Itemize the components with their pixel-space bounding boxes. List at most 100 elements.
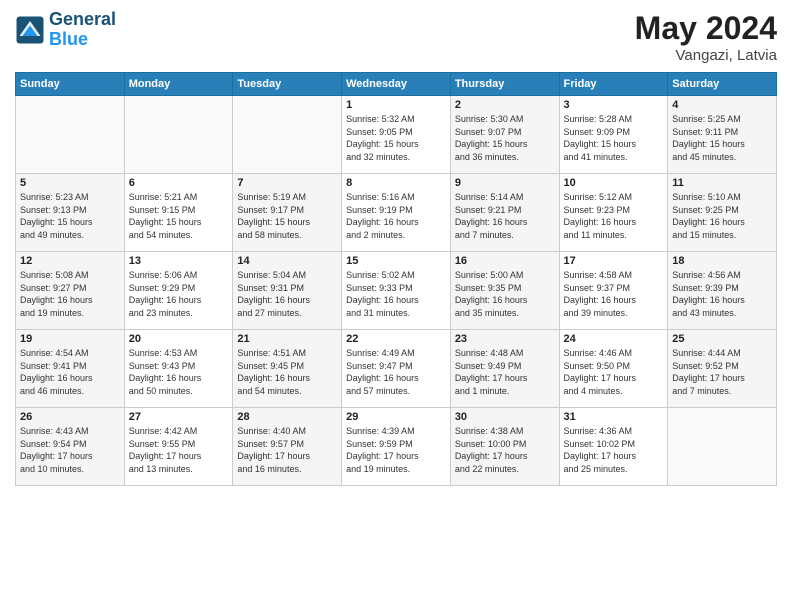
- week-row-1: 5 Sunrise: 5:23 AM Sunset: 9:13 PM Daylig…: [16, 174, 777, 252]
- day-number: 11: [672, 177, 772, 189]
- day-cell: 28Sunrise: 4:40 AM Sunset: 9:57 PM Dayli…: [233, 408, 342, 486]
- day-info: Sunrise: 4:36 AM Sunset: 10:02 PM Daylig…: [564, 425, 664, 475]
- day-number: 15: [346, 255, 446, 267]
- day-number: 18: [672, 255, 772, 267]
- day-number: 23: [455, 333, 555, 345]
- day-number: 2: [455, 99, 555, 111]
- logo-text: General Blue: [49, 10, 116, 50]
- day-cell: 30 Sunrise: 4:38 AM Sunset: 10:00 PM Dayl…: [450, 408, 559, 486]
- col-sunday: Sunday: [16, 73, 125, 96]
- day-cell: [233, 96, 342, 174]
- logo: General Blue: [15, 10, 116, 50]
- day-number: 26: [20, 411, 120, 423]
- day-cell: 24 Sunrise: 4:46 AM Sunset: 9:50 PM Dayli…: [559, 330, 668, 408]
- day-cell: 25 Sunrise: 4:44 AM Sunset: 9:52 PM Dayli…: [668, 330, 777, 408]
- day-info: Sunrise: 4:39 AM Sunset: 9:59 PM Dayligh…: [346, 425, 446, 475]
- day-info: Sunrise: 4:54 AM Sunset: 9:41 PM Dayligh…: [20, 347, 120, 397]
- location: Vangazi, Latvia: [635, 47, 777, 64]
- day-info: Sunrise: 4:53 AM Sunset: 9:43 PM Dayligh…: [129, 347, 229, 397]
- logo-icon: [15, 15, 45, 45]
- day-number: 27: [129, 411, 229, 423]
- day-cell: 17 Sunrise: 4:58 AM Sunset: 9:37 PM Dayli…: [559, 252, 668, 330]
- day-cell: 10Sunrise: 5:12 AM Sunset: 9:23 PM Dayli…: [559, 174, 668, 252]
- day-number: 30: [455, 411, 555, 423]
- day-info: Sunrise: 4:44 AM Sunset: 9:52 PM Dayligh…: [672, 347, 772, 397]
- day-cell: 6 Sunrise: 5:21 AM Sunset: 9:15 PM Daylig…: [124, 174, 233, 252]
- day-number: 24: [564, 333, 664, 345]
- day-cell: 14Sunrise: 5:04 AM Sunset: 9:31 PM Dayli…: [233, 252, 342, 330]
- day-number: 21: [237, 333, 337, 345]
- day-info: Sunrise: 4:42 AM Sunset: 9:55 PM Dayligh…: [129, 425, 229, 475]
- day-cell: 13 Sunrise: 5:06 AM Sunset: 9:29 PM Dayli…: [124, 252, 233, 330]
- day-number: 29: [346, 411, 446, 423]
- day-cell: 1 Sunrise: 5:32 AM Sunset: 9:05 PM Daylig…: [342, 96, 451, 174]
- day-info: Sunrise: 5:10 AM Sunset: 9:25 PM Dayligh…: [672, 191, 772, 241]
- day-cell: 18Sunrise: 4:56 AM Sunset: 9:39 PM Dayli…: [668, 252, 777, 330]
- day-number: 5: [20, 177, 120, 189]
- day-info: Sunrise: 5:19 AM Sunset: 9:17 PM Dayligh…: [237, 191, 337, 241]
- week-row-3: 19Sunrise: 4:54 AM Sunset: 9:41 PM Dayli…: [16, 330, 777, 408]
- day-info: Sunrise: 4:43 AM Sunset: 9:54 PM Dayligh…: [20, 425, 120, 475]
- col-saturday: Saturday: [668, 73, 777, 96]
- day-info: Sunrise: 5:02 AM Sunset: 9:33 PM Dayligh…: [346, 269, 446, 319]
- day-number: 7: [237, 177, 337, 189]
- day-info: Sunrise: 4:46 AM Sunset: 9:50 PM Dayligh…: [564, 347, 664, 397]
- day-info: Sunrise: 4:58 AM Sunset: 9:37 PM Dayligh…: [564, 269, 664, 319]
- day-number: 1: [346, 99, 446, 111]
- day-cell: 12Sunrise: 5:08 AM Sunset: 9:27 PM Dayli…: [16, 252, 125, 330]
- day-cell: 27 Sunrise: 4:42 AM Sunset: 9:55 PM Dayli…: [124, 408, 233, 486]
- day-cell: 7 Sunrise: 5:19 AM Sunset: 9:17 PM Daylig…: [233, 174, 342, 252]
- day-info: Sunrise: 5:32 AM Sunset: 9:05 PM Dayligh…: [346, 113, 446, 163]
- header: General Blue May 2024 Vangazi, Latvia: [15, 10, 777, 64]
- day-number: 31: [564, 411, 664, 423]
- day-cell: 16Sunrise: 5:00 AM Sunset: 9:35 PM Dayli…: [450, 252, 559, 330]
- day-cell: 29 Sunrise: 4:39 AM Sunset: 9:59 PM Dayli…: [342, 408, 451, 486]
- day-cell: 23 Sunrise: 4:48 AM Sunset: 9:49 PM Dayli…: [450, 330, 559, 408]
- day-cell: 21 Sunrise: 4:51 AM Sunset: 9:45 PM Dayli…: [233, 330, 342, 408]
- day-cell: 22Sunrise: 4:49 AM Sunset: 9:47 PM Dayli…: [342, 330, 451, 408]
- day-cell: 3 Sunrise: 5:28 AM Sunset: 9:09 PM Daylig…: [559, 96, 668, 174]
- day-info: Sunrise: 5:23 AM Sunset: 9:13 PM Dayligh…: [20, 191, 120, 241]
- day-number: 17: [564, 255, 664, 267]
- day-info: Sunrise: 5:06 AM Sunset: 9:29 PM Dayligh…: [129, 269, 229, 319]
- week-row-4: 26 Sunrise: 4:43 AM Sunset: 9:54 PM Dayli…: [16, 408, 777, 486]
- day-cell: 26 Sunrise: 4:43 AM Sunset: 9:54 PM Dayli…: [16, 408, 125, 486]
- day-cell: [124, 96, 233, 174]
- col-thursday: Thursday: [450, 73, 559, 96]
- day-number: 20: [129, 333, 229, 345]
- month-title: May 2024: [635, 10, 777, 47]
- page-container: General Blue May 2024 Vangazi, Latvia Su…: [0, 0, 792, 496]
- day-cell: 19Sunrise: 4:54 AM Sunset: 9:41 PM Dayli…: [16, 330, 125, 408]
- day-info: Sunrise: 4:51 AM Sunset: 9:45 PM Dayligh…: [237, 347, 337, 397]
- day-info: Sunrise: 4:48 AM Sunset: 9:49 PM Dayligh…: [455, 347, 555, 397]
- day-info: Sunrise: 5:04 AM Sunset: 9:31 PM Dayligh…: [237, 269, 337, 319]
- calendar-body: 1 Sunrise: 5:32 AM Sunset: 9:05 PM Daylig…: [16, 96, 777, 486]
- day-info: Sunrise: 5:00 AM Sunset: 9:35 PM Dayligh…: [455, 269, 555, 319]
- day-number: 3: [564, 99, 664, 111]
- col-monday: Monday: [124, 73, 233, 96]
- week-row-0: 1 Sunrise: 5:32 AM Sunset: 9:05 PM Daylig…: [16, 96, 777, 174]
- day-number: 12: [20, 255, 120, 267]
- day-info: Sunrise: 5:21 AM Sunset: 9:15 PM Dayligh…: [129, 191, 229, 241]
- col-friday: Friday: [559, 73, 668, 96]
- day-cell: [668, 408, 777, 486]
- week-row-2: 12Sunrise: 5:08 AM Sunset: 9:27 PM Dayli…: [16, 252, 777, 330]
- day-cell: 2 Sunrise: 5:30 AM Sunset: 9:07 PM Daylig…: [450, 96, 559, 174]
- day-cell: 5 Sunrise: 5:23 AM Sunset: 9:13 PM Daylig…: [16, 174, 125, 252]
- day-number: 25: [672, 333, 772, 345]
- logo-line1: General: [49, 10, 116, 30]
- day-number: 10: [564, 177, 664, 189]
- day-number: 4: [672, 99, 772, 111]
- day-info: Sunrise: 5:14 AM Sunset: 9:21 PM Dayligh…: [455, 191, 555, 241]
- day-info: Sunrise: 5:30 AM Sunset: 9:07 PM Dayligh…: [455, 113, 555, 163]
- day-info: Sunrise: 4:38 AM Sunset: 10:00 PM Daylig…: [455, 425, 555, 475]
- day-number: 13: [129, 255, 229, 267]
- day-number: 28: [237, 411, 337, 423]
- col-tuesday: Tuesday: [233, 73, 342, 96]
- day-info: Sunrise: 5:28 AM Sunset: 9:09 PM Dayligh…: [564, 113, 664, 163]
- header-row: Sunday Monday Tuesday Wednesday Thursday…: [16, 73, 777, 96]
- title-section: May 2024 Vangazi, Latvia: [635, 10, 777, 64]
- day-number: 6: [129, 177, 229, 189]
- day-info: Sunrise: 5:16 AM Sunset: 9:19 PM Dayligh…: [346, 191, 446, 241]
- day-cell: 15 Sunrise: 5:02 AM Sunset: 9:33 PM Dayli…: [342, 252, 451, 330]
